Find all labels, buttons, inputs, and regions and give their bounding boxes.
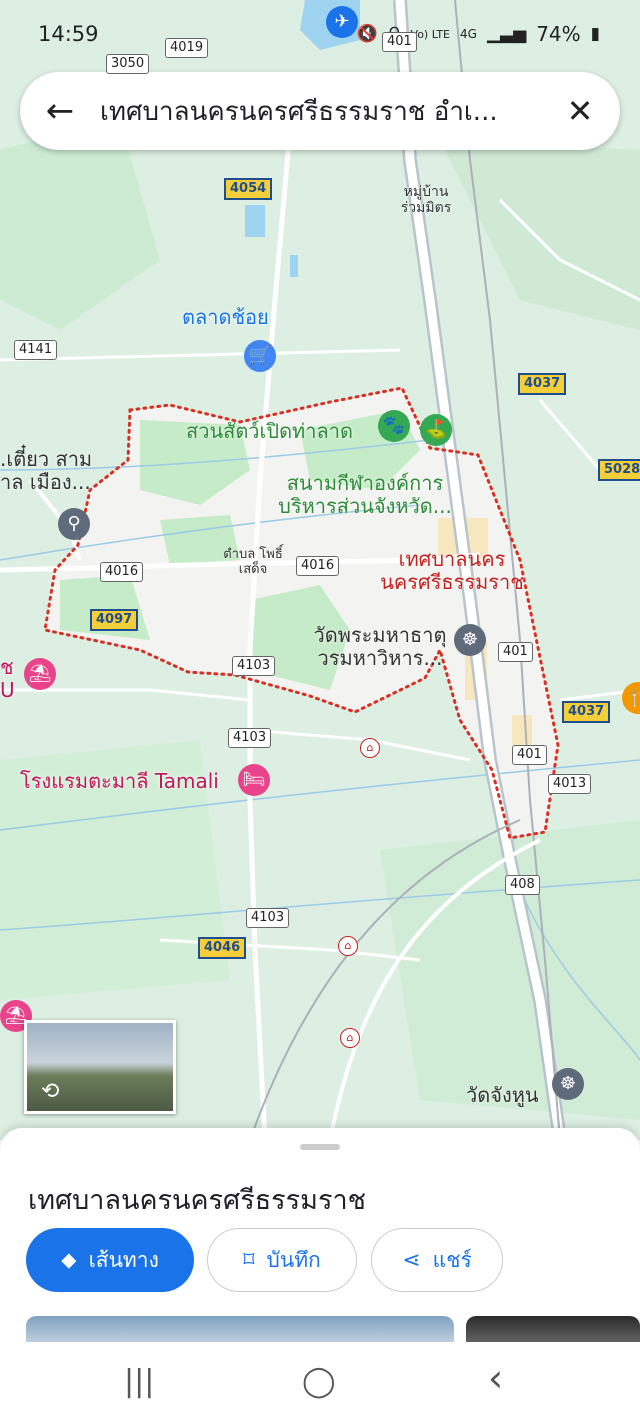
route-shield-401-mid: 401 bbox=[498, 642, 533, 662]
attraction-icon[interactable]: ⛱ bbox=[24, 658, 56, 690]
school-icon[interactable]: ⌂ bbox=[338, 936, 358, 956]
battery-level: 74% bbox=[536, 22, 581, 46]
save-label: บันทึก bbox=[266, 1247, 321, 1272]
route-shield-408: 408 bbox=[505, 875, 540, 895]
route-shield-4037: 4037 bbox=[518, 373, 567, 395]
market-label[interactable]: ตลาดช้อย bbox=[182, 306, 269, 329]
subdistrict-label: ตำบล โพธิ์เสด็จ bbox=[223, 547, 283, 577]
dharma-wheel-icon[interactable]: ☸ bbox=[454, 624, 486, 656]
school-icon[interactable]: ⌂ bbox=[360, 738, 380, 758]
route-shield-4141: 4141 bbox=[14, 340, 58, 360]
municipality-label[interactable]: เทศบาลนคร นครศรีธรรมราช bbox=[362, 548, 542, 594]
mute-icon: 🔇 bbox=[356, 24, 379, 44]
share-button[interactable]: ⋖ แชร์ bbox=[371, 1228, 503, 1292]
close-button[interactable]: ✕ bbox=[540, 72, 620, 150]
search-query[interactable]: เทศบาลนครนครศรีธรรมราช อำเ... bbox=[100, 91, 540, 132]
bookmark-icon: ⌑ bbox=[243, 1247, 255, 1273]
route-shield-4016-west: 4016 bbox=[100, 562, 144, 582]
system-nav-bar: ||| ◯ ‹ bbox=[0, 1342, 640, 1422]
recents-button[interactable]: ||| bbox=[124, 1364, 154, 1399]
route-shield-4103-mid: 4103 bbox=[228, 728, 272, 748]
place-title: เทศบาลนครนครศรีธรรมราช bbox=[28, 1185, 366, 1216]
route-shield-401-south: 401 bbox=[512, 745, 547, 765]
route-shield-4037-south: 4037 bbox=[562, 701, 611, 723]
status-bar: 14:59 🔇 ⚲ Vo) LTE 4G ▁▃▅ 74% ▮ bbox=[0, 22, 640, 52]
home-button[interactable]: ◯ bbox=[302, 1364, 336, 1399]
back-button[interactable]: ← bbox=[20, 72, 100, 150]
rotate-360-icon: ⟲ bbox=[41, 1079, 60, 1104]
route-shield-4103-south: 4103 bbox=[246, 908, 290, 928]
airport-icon[interactable]: ✈ bbox=[326, 6, 358, 38]
route-shield-4016-east: 4016 bbox=[296, 556, 340, 576]
hotel-bed-icon[interactable]: 🛏 bbox=[238, 764, 270, 796]
dharma-wheel-icon[interactable]: ☸ bbox=[552, 1068, 584, 1100]
search-bar[interactable]: ← เทศบาลนครนครศรีธรรมราช อำเ... ✕ bbox=[20, 72, 620, 150]
signal-icon: ▁▃▅ bbox=[486, 24, 527, 44]
school-icon[interactable]: ⌂ bbox=[340, 1028, 360, 1048]
close-icon: ✕ bbox=[566, 92, 594, 130]
status-time: 14:59 bbox=[38, 22, 99, 46]
route-shield-3050: 3050 bbox=[106, 54, 150, 74]
map-pin-icon[interactable]: ⚲ bbox=[58, 508, 90, 540]
battery-icon: ▮ bbox=[590, 24, 600, 44]
route-shield-5028: 5028 bbox=[598, 459, 640, 481]
map-view[interactable]: 14:59 🔇 ⚲ Vo) LTE 4G ▁▃▅ 74% ▮ ✈ ← เทศบา… bbox=[0, 0, 640, 1140]
route-shield-4019: 4019 bbox=[165, 38, 209, 58]
network-type: 4G bbox=[460, 27, 477, 41]
hotel-label[interactable]: โรงแรมตะมาลี Tamali bbox=[20, 770, 219, 793]
arrow-left-icon: ← bbox=[45, 91, 75, 131]
shopping-cart-icon[interactable]: 🛒 bbox=[244, 340, 276, 372]
directions-icon: ⬥ bbox=[61, 1247, 77, 1273]
share-icon: ⋖ bbox=[402, 1247, 421, 1273]
left-place2-label[interactable]: ช U bbox=[0, 656, 24, 702]
street-view-thumbnail[interactable]: ⟲ bbox=[24, 1020, 176, 1114]
stadium-label[interactable]: สนามกีฬาองค์การ บริหารส่วนจังหวัด... bbox=[270, 472, 460, 518]
route-shield-4046: 4046 bbox=[198, 937, 247, 959]
share-label: แชร์ bbox=[432, 1247, 472, 1272]
directions-button[interactable]: ⬥ เส้นทาง bbox=[26, 1228, 194, 1292]
temple2-label[interactable]: วัดจังหูน bbox=[466, 1084, 539, 1107]
nav-back-button[interactable]: ‹ bbox=[488, 1356, 503, 1400]
route-shield-4054: 4054 bbox=[224, 178, 273, 200]
save-button[interactable]: ⌑ บันทึก bbox=[207, 1228, 357, 1292]
route-shield-401: 401 bbox=[382, 32, 417, 52]
drag-handle[interactable] bbox=[300, 1144, 340, 1150]
left-place-label[interactable]: .เตี๋ยว สาม าล เมือง... bbox=[0, 448, 100, 494]
temple-label[interactable]: วัดพระมหาธาตุ วรมหาวิหาร... bbox=[304, 624, 456, 670]
route-shield-4097: 4097 bbox=[90, 609, 139, 631]
directions-label: เส้นทาง bbox=[88, 1247, 159, 1272]
route-shield-4013: 4013 bbox=[548, 774, 592, 794]
paw-icon[interactable]: 🐾 bbox=[378, 410, 410, 442]
stadium-icon[interactable]: ⛳ bbox=[420, 414, 452, 446]
route-shield-4103-north: 4103 bbox=[232, 656, 276, 676]
village-label: หมู่บ้าน ร่วมมิตร bbox=[400, 184, 452, 217]
zoo-label[interactable]: สวนสัตว์เปิดท่าลาด bbox=[186, 420, 353, 443]
